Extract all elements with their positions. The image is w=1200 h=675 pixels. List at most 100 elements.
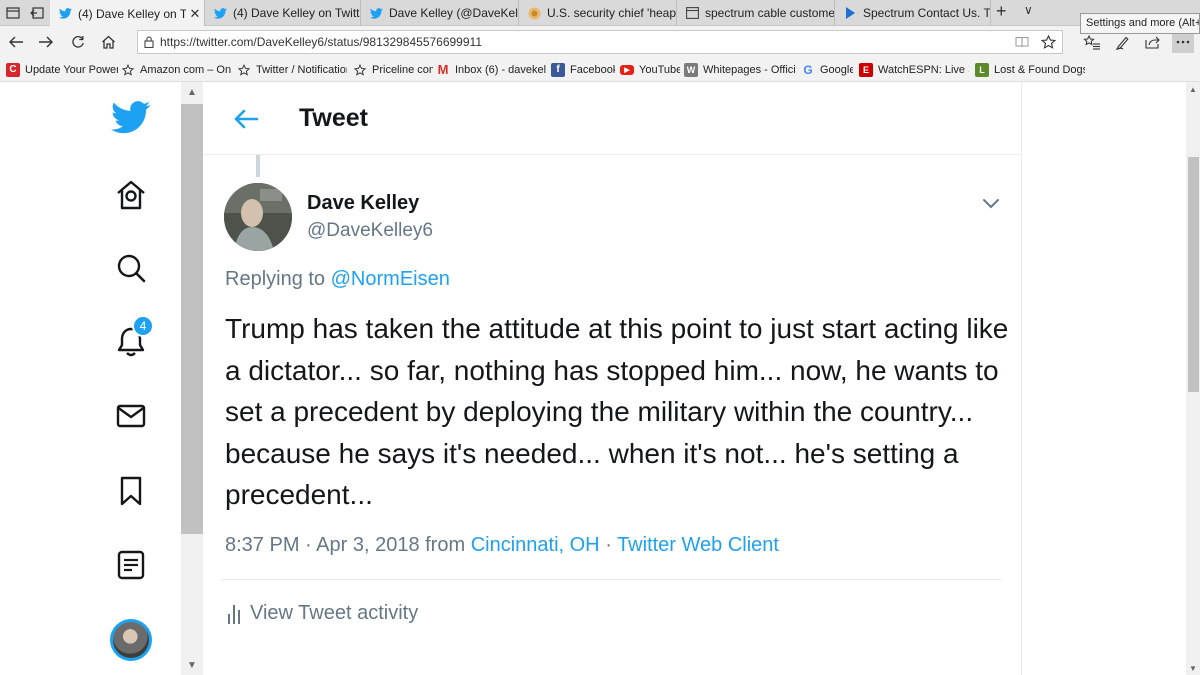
scroll-up-icon[interactable]: ▲ <box>181 82 203 102</box>
twitter-bird-icon <box>58 7 72 21</box>
notifications-badge: 4 <box>132 315 154 337</box>
tab-spectrum-search[interactable]: spectrum cable customer se <box>677 0 835 26</box>
favorites-bar: C Update Your PowerD\ Amazon com – Onlin… <box>0 58 1200 82</box>
author-name[interactable]: Dave Kelley <box>307 192 419 215</box>
replying-to-link[interactable]: @NormEisen <box>331 268 450 290</box>
tweet-column: Tweet Dave Kelley @DaveKelley6 Replying … <box>203 82 1022 675</box>
favorite-amazon[interactable]: Amazon com – Onlin <box>121 58 231 81</box>
favorite-gmail-inbox[interactable]: M Inbox (6) - davekelley <box>436 58 546 81</box>
scroll-down-icon[interactable]: ▼ <box>1186 661 1200 675</box>
browser-address-bar: https://twitter.com/DaveKelley6/status/9… <box>0 26 1200 58</box>
favorite-label: Amazon com – Onlin <box>140 63 231 76</box>
tab-list-chevron-icon[interactable]: ∨ <box>1024 3 1033 17</box>
tab-news-article[interactable]: U.S. security chief 'heaped p <box>519 0 677 26</box>
web-note-pen-icon[interactable] <box>1111 31 1133 53</box>
tab-title: Dave Kelley (@DaveKelley6) <box>389 6 518 20</box>
favorite-whitepages[interactable]: W Whitepages - Official <box>684 58 796 81</box>
favorite-label: Google <box>820 63 853 76</box>
author-handle[interactable]: @DaveKelley6 <box>307 220 433 242</box>
refresh-icon[interactable] <box>67 31 89 53</box>
favorite-label: Update Your PowerD\ <box>25 63 118 76</box>
favorite-youtube[interactable]: ▶ YouTube <box>620 58 680 81</box>
share-icon[interactable] <box>1142 31 1164 53</box>
page-scrollbar[interactable]: ▲ ▼ <box>1186 82 1200 675</box>
star-outline-icon <box>121 63 135 77</box>
scroll-up-icon[interactable]: ▲ <box>1186 82 1200 96</box>
twitter-bird-icon <box>369 6 383 20</box>
new-tab-button[interactable]: + <box>996 1 1007 22</box>
messages-envelope-icon[interactable] <box>110 395 152 437</box>
browser-tab-bar: (4) Dave Kelley on Twitt ✕ (4) Dave Kell… <box>0 0 1200 27</box>
favorite-label: Twitter / Notifications <box>256 63 347 76</box>
forward-arrow-icon[interactable] <box>35 31 57 53</box>
view-tweet-activity[interactable]: View Tweet activity <box>228 602 418 625</box>
meta-separator: · <box>605 534 612 556</box>
tab-spectrum-contact[interactable]: Spectrum Contact Us. Time <box>835 0 991 26</box>
tab-title: U.S. security chief 'heaped p <box>547 6 676 20</box>
scroll-down-icon[interactable]: ▼ <box>181 655 203 675</box>
favorite-powerdvd[interactable]: C Update Your PowerD\ <box>6 58 118 81</box>
replying-prefix: Replying to <box>225 268 326 290</box>
chevron-down-icon[interactable] <box>978 190 1004 216</box>
gmail-icon: M <box>437 62 449 77</box>
home-icon[interactable] <box>110 174 152 216</box>
search-icon[interactable] <box>110 247 152 289</box>
author-avatar[interactable] <box>224 183 292 251</box>
tab-title: spectrum cable customer se <box>705 6 834 20</box>
nav-scrollbar[interactable]: ▲ ▼ <box>181 82 203 675</box>
favorite-label: WatchESPN: Live Spo <box>878 63 969 76</box>
twitter-page: 4 ▲ ▼ Tweet Dave Kelley @DaveKelley6 Rep… <box>0 82 1200 675</box>
lock-icon[interactable] <box>138 36 160 48</box>
favorite-label: Priceline com <box>372 63 433 76</box>
tweet-location-link[interactable]: Cincinnati, OH <box>471 534 600 556</box>
tweet-meta: 8:37 PM · Apr 3, 2018 from Cincinnati, O… <box>225 534 779 557</box>
youtube-icon: ▶ <box>620 64 634 75</box>
news-icon <box>527 6 541 20</box>
favorite-watchespn[interactable]: E WatchESPN: Live Spo <box>859 58 969 81</box>
column-header: Tweet <box>203 82 1022 155</box>
page-title: Tweet <box>299 104 368 132</box>
address-field[interactable]: https://twitter.com/DaveKelley6/status/9… <box>137 30 1063 54</box>
set-aside-tabs-icon[interactable] <box>28 5 46 21</box>
tweet-client-link[interactable]: Twitter Web Client <box>617 534 779 556</box>
favorite-twitter-notifications[interactable]: Twitter / Notifications <box>237 58 347 81</box>
tab-twitter-status-active[interactable]: (4) Dave Kelley on Twitt ✕ <box>50 0 205 27</box>
bookmarks-icon[interactable] <box>110 470 152 512</box>
favorite-priceline[interactable]: Priceline com <box>353 58 433 81</box>
lists-icon[interactable] <box>110 544 152 586</box>
tweet-text: Trump has taken the attitude at this poi… <box>225 313 1009 510</box>
favorite-lost-found-dogs[interactable]: L Lost & Found Dogs, C <box>975 58 1085 81</box>
favorite-facebook[interactable]: f Facebook <box>551 58 615 81</box>
add-favorite-star-icon[interactable] <box>1034 35 1062 49</box>
twitter-left-nav: 4 <box>90 82 172 675</box>
google-icon: G <box>803 62 813 77</box>
activity-label: View Tweet activity <box>250 602 419 624</box>
url-text[interactable]: https://twitter.com/DaveKelley6/status/9… <box>160 35 1010 49</box>
tab-twitter-profile[interactable]: Dave Kelley (@DaveKelley6) <box>361 0 519 26</box>
reading-view-icon[interactable] <box>1010 36 1034 48</box>
favorite-label: Lost & Found Dogs, C <box>994 63 1085 76</box>
back-arrow-icon[interactable] <box>229 102 263 136</box>
star-outline-icon <box>353 63 367 77</box>
favorite-google[interactable]: G Google <box>801 58 853 81</box>
favorites-hub-icon[interactable] <box>1081 31 1103 53</box>
scrollbar-thumb[interactable] <box>181 104 203 534</box>
tweet-timestamp[interactable]: 8:37 PM · Apr 3, 2018 from <box>225 534 465 556</box>
back-arrow-icon[interactable] <box>5 31 27 53</box>
page-icon <box>685 6 699 20</box>
tab-title: Spectrum Contact Us. Time <box>863 6 990 20</box>
divider <box>221 579 1001 580</box>
lost-found-icon: L <box>975 62 989 77</box>
favorite-label: Whitepages - Official <box>703 63 796 76</box>
close-tab-icon[interactable]: ✕ <box>186 6 204 22</box>
tab-twitter-status[interactable]: (4) Dave Kelley on Twitter: " <box>205 0 361 26</box>
settings-more-icon[interactable] <box>1172 31 1194 53</box>
twitter-logo-icon[interactable] <box>110 96 152 138</box>
analytics-bars-icon <box>228 604 240 624</box>
home-icon[interactable] <box>97 31 119 53</box>
scrollbar-thumb[interactable] <box>1188 157 1199 392</box>
profile-avatar[interactable] <box>110 619 152 661</box>
notifications-bell-icon[interactable]: 4 <box>110 315 154 363</box>
spectrum-icon <box>843 6 857 20</box>
tab-preview-icon[interactable] <box>4 5 22 21</box>
